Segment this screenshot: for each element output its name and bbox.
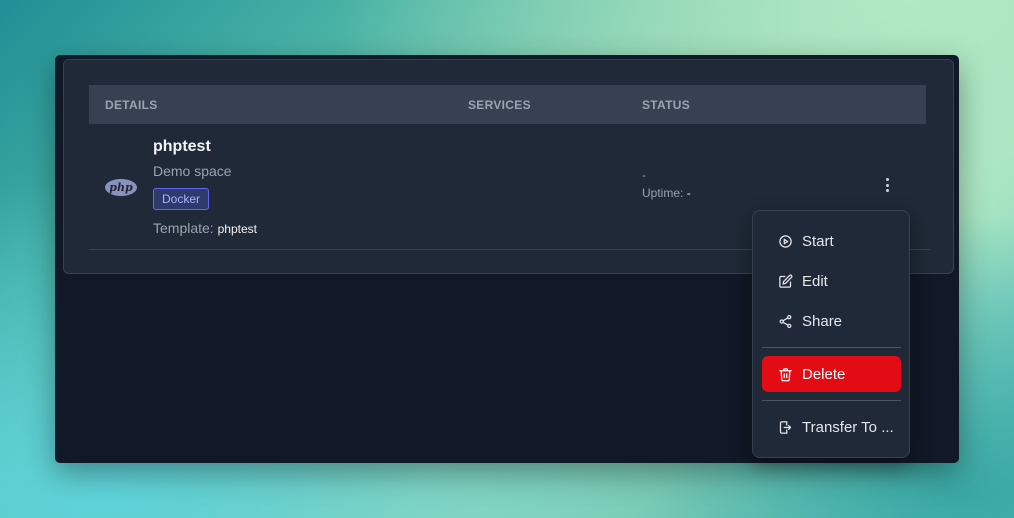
menu-item-start[interactable]: Start — [762, 223, 901, 259]
status-value: - — [642, 168, 646, 182]
space-description: Demo space — [153, 163, 232, 179]
menu-divider — [762, 400, 901, 401]
php-logo-icon: php — [105, 179, 137, 196]
space-name: phptest — [153, 138, 211, 155]
share-icon — [779, 314, 792, 328]
template-info: Template: phptest — [153, 220, 257, 236]
trash-icon — [779, 367, 792, 381]
menu-item-label: Delete — [802, 365, 846, 383]
column-header-services: SERVICES — [468, 98, 531, 112]
uptime-value: - — [686, 186, 691, 200]
menu-item-delete[interactable]: Delete — [762, 356, 901, 392]
menu-item-transfer[interactable]: Transfer To ... — [762, 409, 901, 445]
menu-divider — [762, 347, 901, 348]
edit-icon — [779, 274, 793, 288]
template-value: phptest — [217, 222, 257, 236]
column-header-details: DETAILS — [105, 98, 158, 112]
actions-dropdown-menu: Start Edit Share Delete Transfer To ... — [752, 210, 910, 458]
template-label: Template: — [153, 220, 214, 236]
transfer-icon — [779, 420, 792, 434]
more-options-icon[interactable] — [879, 175, 895, 195]
menu-item-label: Share — [802, 312, 843, 330]
play-circle-icon — [779, 234, 792, 248]
menu-item-label: Transfer To ... — [802, 418, 894, 436]
uptime-label: Uptime: — [642, 186, 684, 200]
menu-item-edit[interactable]: Edit — [762, 263, 901, 299]
menu-item-label: Start — [802, 232, 834, 250]
uptime-info: Uptime: - — [642, 186, 691, 200]
docker-badge: Docker — [153, 188, 210, 210]
table-header: DETAILS SERVICES STATUS — [89, 85, 926, 124]
column-header-status: STATUS — [642, 98, 691, 112]
menu-item-share[interactable]: Share — [762, 303, 901, 339]
menu-item-label: Edit — [802, 272, 828, 290]
